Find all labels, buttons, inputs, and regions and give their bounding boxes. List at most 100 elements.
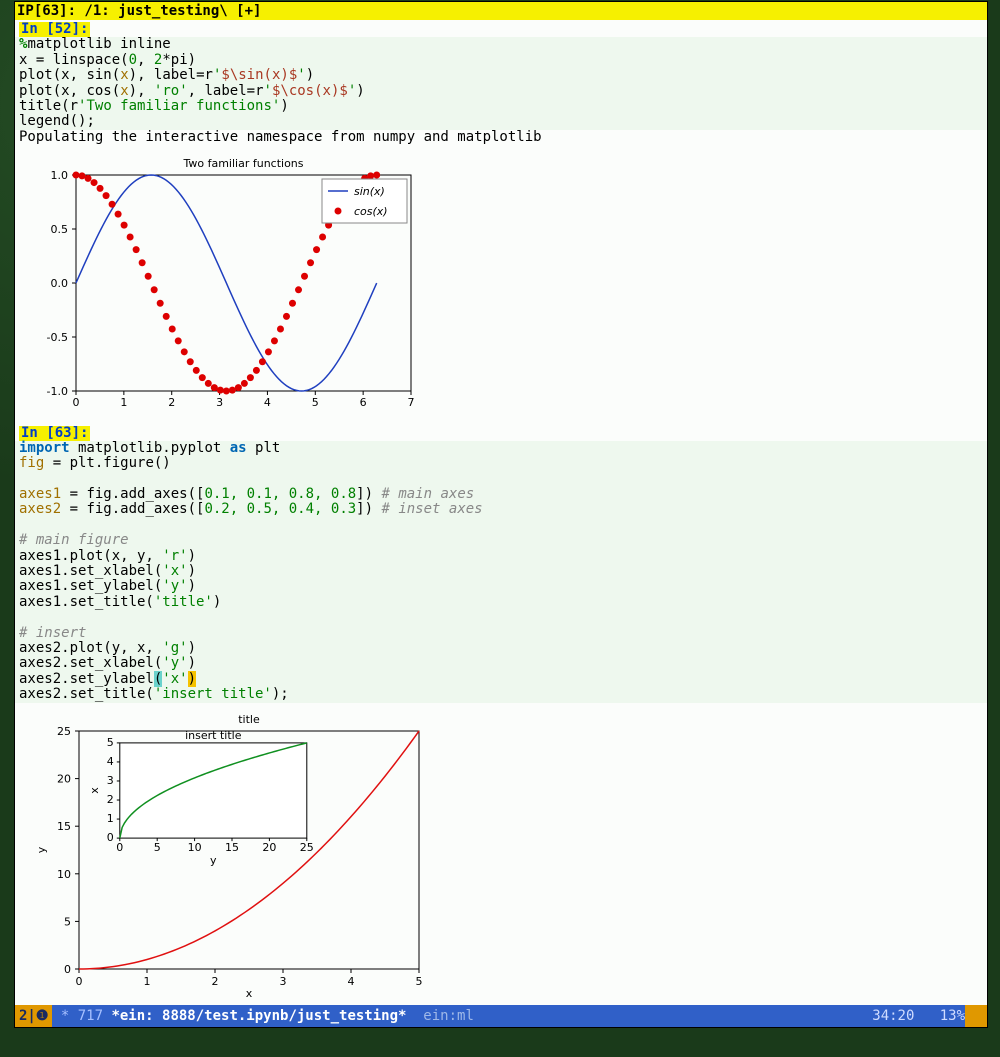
plot-output-52: 01234567-1.0-0.50.00.51.0Two familiar fu… <box>15 145 987 417</box>
tok: 0 <box>129 52 137 68</box>
tok: plot <box>19 67 53 83</box>
tok: 'y' <box>162 655 187 671</box>
workspace-badge[interactable]: 2|❶ <box>15 1005 52 1027</box>
tok: axes2.set_ylabel <box>19 671 154 687</box>
svg-text:15: 15 <box>57 820 71 833</box>
modeline-buffer[interactable]: *ein: 8888/test.ipynb/just_testing* <box>111 1008 406 1024</box>
tok: plt. <box>70 455 104 471</box>
tok: ( <box>112 83 120 99</box>
tok: sin <box>86 67 111 83</box>
svg-text:0.0: 0.0 <box>51 277 69 290</box>
tok: x <box>61 67 69 83</box>
tok: ' <box>264 83 272 99</box>
stdout-52: Populating the interactive namespace fro… <box>15 130 987 145</box>
tok: () <box>154 455 171 471</box>
tok: = <box>247 83 255 99</box>
tok: ( <box>53 83 61 99</box>
tok: # insert <box>19 625 86 641</box>
tok: axes1 <box>19 486 70 502</box>
svg-text:4: 4 <box>264 396 271 409</box>
tok: r <box>70 98 78 114</box>
svg-text:2: 2 <box>107 793 114 806</box>
svg-text:4: 4 <box>348 975 355 988</box>
svg-text:-0.5: -0.5 <box>47 331 68 344</box>
tok: fig. <box>86 501 120 517</box>
svg-text:5: 5 <box>312 396 319 409</box>
tok: add_axes <box>120 486 187 502</box>
tok: title <box>19 98 61 114</box>
tok: ]) <box>356 486 381 502</box>
svg-text:3: 3 <box>107 774 114 787</box>
svg-text:-1.0: -1.0 <box>47 385 68 398</box>
tok: x <box>19 52 36 68</box>
svg-text:20: 20 <box>262 841 276 854</box>
tok: ) <box>188 548 196 564</box>
svg-text:y: y <box>35 846 48 853</box>
tok: axes1.set_xlabel( <box>19 563 162 579</box>
tok: , <box>137 83 154 99</box>
tok: ; <box>86 113 94 129</box>
tok: ) <box>213 594 221 610</box>
tok: pi <box>171 52 188 68</box>
svg-text:0: 0 <box>64 963 71 976</box>
tok: ) <box>306 67 314 83</box>
modeline-pos: 34:20 <box>872 1008 914 1024</box>
tok: 'g' <box>162 640 187 656</box>
svg-text:5: 5 <box>416 975 423 988</box>
tok: * <box>162 52 170 68</box>
svg-text:20: 20 <box>57 772 71 785</box>
modeline-star: * 717 <box>52 1008 111 1024</box>
tok: ) <box>188 640 196 656</box>
svg-text:0: 0 <box>73 396 80 409</box>
tok: 'Two familiar functions' <box>78 98 280 114</box>
tok: 'r' <box>162 548 187 564</box>
svg-text:insert title: insert title <box>185 728 242 741</box>
window-titlebar: IP[63]: /1: just_testing\ [+] <box>15 2 987 20</box>
tok: import <box>19 440 70 456</box>
tok: ( <box>120 52 128 68</box>
tok: r <box>205 67 213 83</box>
svg-text:title: title <box>238 713 260 726</box>
svg-text:25: 25 <box>57 725 71 738</box>
tok: # inset axes <box>381 501 482 517</box>
tok: ) <box>280 98 288 114</box>
tok: 'y' <box>162 578 187 594</box>
tok: plt <box>247 440 281 456</box>
code-cell-63[interactable]: import matplotlib.pyplot as plt fig = pl… <box>15 441 987 703</box>
tok: ) <box>188 52 196 68</box>
tok: ' <box>348 83 356 99</box>
tok: # main figure <box>19 532 129 548</box>
modeline-mode: ein:ml <box>406 1008 473 1024</box>
svg-text:1.0: 1.0 <box>51 169 69 182</box>
emacs-window: IP[63]: /1: just_testing\ [+] In [52]: %… <box>15 2 987 1027</box>
cell-prompt-63: In [63]: <box>19 426 90 441</box>
svg-text:10: 10 <box>57 867 71 880</box>
modeline: 2|❶ * 717 *ein: 8888/test.ipynb/just_tes… <box>15 1005 987 1027</box>
svg-text:5: 5 <box>154 841 161 854</box>
tok: ]) <box>356 501 381 517</box>
svg-text:0: 0 <box>116 841 123 854</box>
tok: $\cos(x)$ <box>272 83 348 99</box>
tok: , <box>70 83 87 99</box>
tok: fig. <box>86 486 120 502</box>
tok: axes1.set_title( <box>19 594 154 610</box>
tok: x <box>61 83 69 99</box>
tok: 'insert title' <box>154 686 272 702</box>
svg-text:Two familiar functions: Two familiar functions <box>182 157 303 170</box>
tok: r <box>255 83 263 99</box>
tok: , <box>70 67 87 83</box>
tok: ( <box>70 113 78 129</box>
buffer-content[interactable]: In [52]: %matplotlib inline x = linspace… <box>15 20 987 1005</box>
tok: axes1.plot(x, y, <box>19 548 162 564</box>
tok: axes2 <box>19 501 70 517</box>
tok: ); <box>272 686 289 702</box>
code-cell-52[interactable]: %matplotlib inline x = linspace(0, 2*pi)… <box>15 37 987 129</box>
svg-text:0: 0 <box>76 975 83 988</box>
tok: label <box>154 67 196 83</box>
tok: , <box>188 83 205 99</box>
tok: cos <box>86 83 111 99</box>
tok: ) <box>188 563 196 579</box>
cell-prompt-52: In [52]: <box>19 22 90 37</box>
tok: ( <box>112 67 120 83</box>
tok: $\sin(x)$ <box>221 67 297 83</box>
